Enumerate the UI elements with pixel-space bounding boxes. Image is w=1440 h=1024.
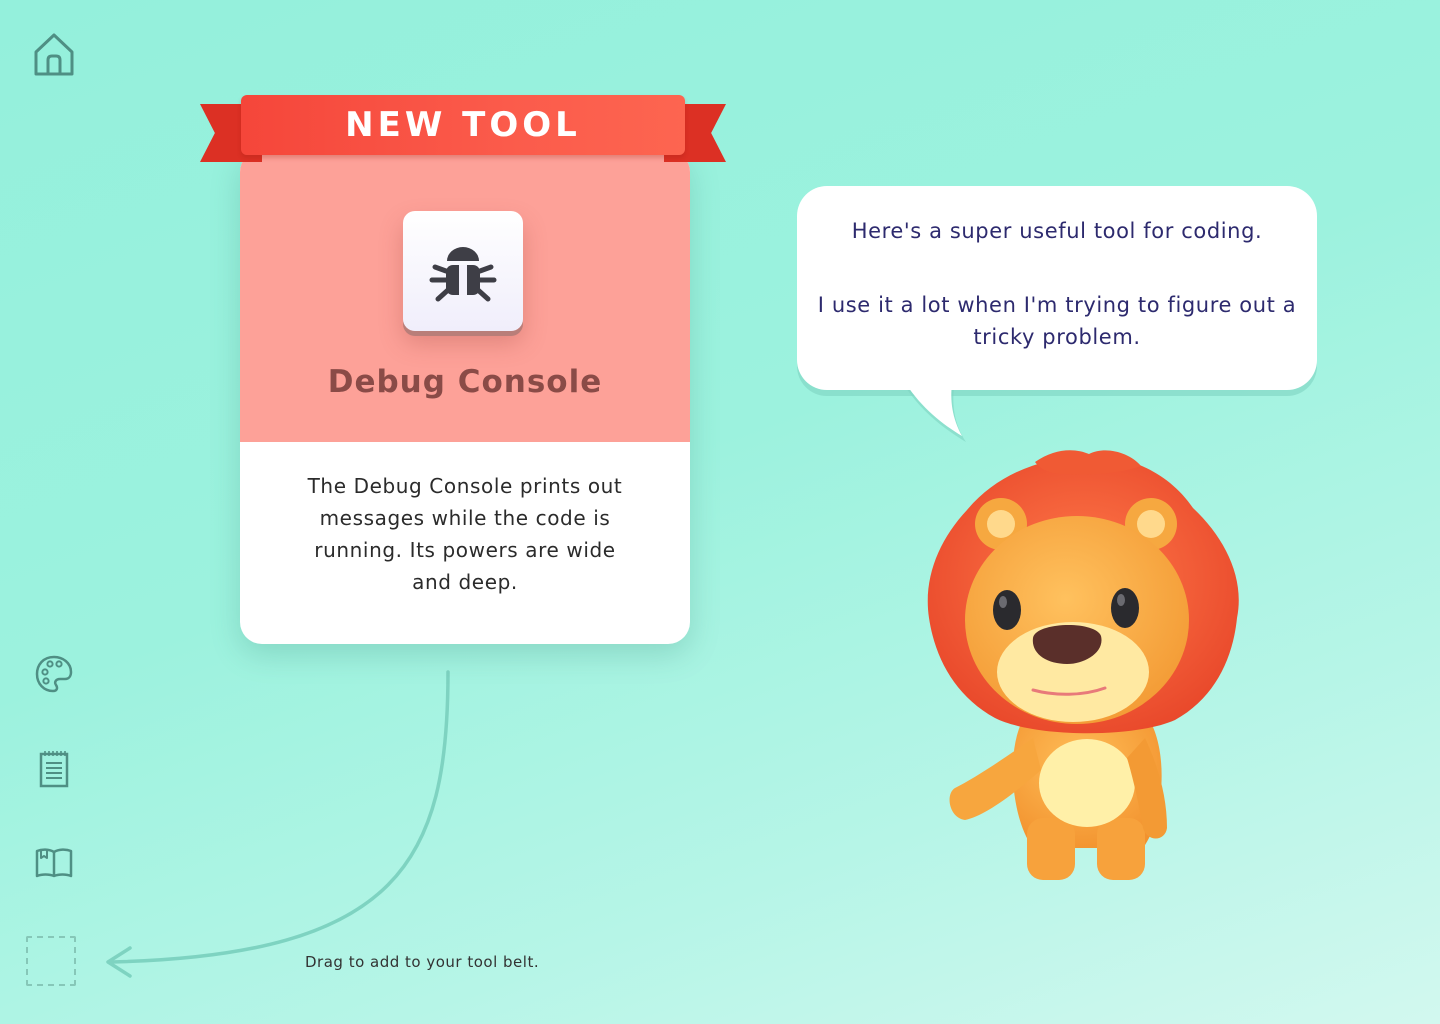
tool-title: Debug Console: [327, 364, 603, 400]
new-tool-card[interactable]: Debug Console The Debug Console prints o…: [240, 150, 690, 644]
notepad-icon: [39, 751, 69, 788]
speech-line-1: Here's a super useful tool for coding.: [851, 219, 1263, 243]
notepad-button[interactable]: [30, 744, 78, 792]
home-button[interactable]: [30, 30, 78, 78]
home-icon: [34, 33, 74, 76]
lion-character: [927, 450, 1239, 880]
speech-line-2: I use it a lot when I'm trying to figure…: [817, 293, 1297, 349]
tool-belt-slot[interactable]: [26, 936, 76, 986]
tool-description: The Debug Console prints out messages wh…: [307, 474, 623, 594]
palette-button[interactable]: [30, 650, 78, 698]
drag-hint: Drag to add to your tool belt.: [305, 953, 540, 971]
ribbon-label: NEW TOOL: [345, 105, 581, 145]
book-button[interactable]: [30, 838, 78, 886]
tool-icon-tile: [403, 211, 523, 331]
new-tool-ribbon: NEW TOOL: [241, 95, 685, 155]
bug-icon: [429, 247, 497, 302]
book-icon: [35, 848, 73, 878]
palette-icon: [35, 655, 73, 693]
